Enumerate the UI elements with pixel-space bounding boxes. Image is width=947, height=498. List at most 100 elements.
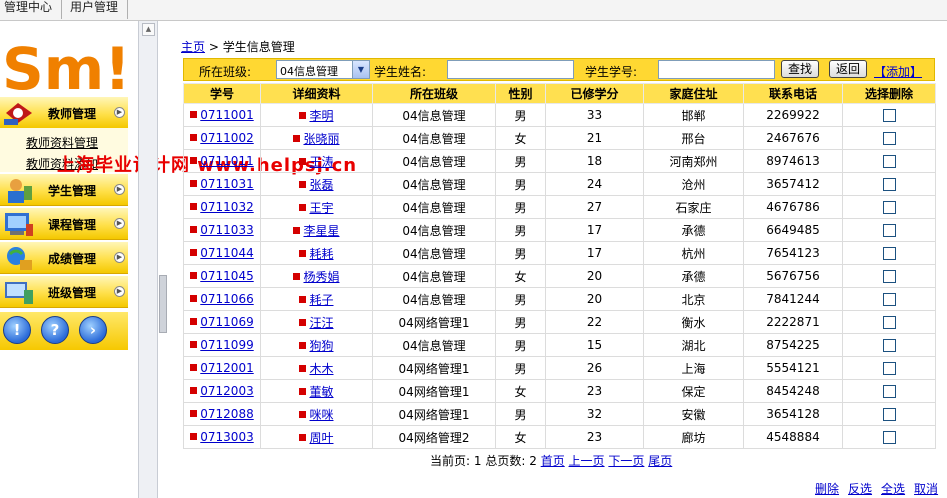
delete-checkbox[interactable] [882, 293, 896, 306]
delete-checkbox[interactable] [882, 155, 896, 168]
student-name-link[interactable]: 王宇 [309, 201, 333, 215]
delete-checkbox[interactable] [882, 339, 896, 352]
student-id-link[interactable]: 0711033 [200, 223, 253, 237]
student-id-link[interactable]: 0711069 [200, 315, 253, 329]
next-icon[interactable]: › [79, 316, 107, 344]
student-name-link[interactable]: 耗耗 [309, 247, 333, 261]
red-marker-icon [299, 157, 307, 165]
header-credits: 已修学分 [545, 83, 644, 104]
delete-checkbox[interactable] [882, 362, 896, 375]
breadcrumb-home-link[interactable]: 主页 [181, 40, 205, 54]
delete-checkbox[interactable] [882, 270, 896, 283]
menu-course[interactable]: 课程管理 ▶ [0, 208, 128, 240]
student-name-link[interactable]: 耗子 [309, 293, 333, 307]
red-marker-icon [299, 111, 307, 119]
delete-checkbox[interactable] [882, 178, 896, 191]
student-id-link[interactable]: 0711002 [200, 131, 253, 145]
cell-class: 04信息管理 [372, 103, 496, 127]
student-name-link[interactable]: 李星星 [303, 224, 339, 238]
delete-checkbox[interactable] [882, 431, 896, 444]
student-id-link[interactable]: 0712088 [200, 407, 253, 421]
student-name-link[interactable]: 董敏 [309, 385, 333, 399]
frame-splitter[interactable]: ▲ [138, 21, 158, 498]
student-id-link[interactable]: 0711001 [200, 108, 253, 122]
menu-teacher[interactable]: 教师管理 ▶ [0, 97, 128, 129]
cell-class: 04信息管理 [372, 126, 496, 150]
cell-credits: 17 [545, 241, 644, 265]
chevron-right-icon[interactable]: ▶ [114, 218, 125, 229]
menu-grade[interactable]: 成绩管理 ▶ [0, 242, 128, 274]
student-name-link[interactable]: 张晓丽 [303, 132, 339, 146]
student-id-input[interactable] [658, 60, 775, 79]
delete-link[interactable]: 删除 [815, 482, 839, 496]
cell-select [842, 379, 936, 403]
student-name-link[interactable]: 杨秀娟 [303, 270, 339, 284]
student-id-link[interactable]: 0711031 [200, 177, 253, 191]
delete-checkbox[interactable] [882, 408, 896, 421]
student-id-link[interactable]: 0713003 [200, 430, 253, 444]
delete-checkbox[interactable] [882, 109, 896, 122]
student-name-link[interactable]: 王涛 [309, 155, 333, 169]
table-row: 0711001 李明 04信息管理男 33 邯郸 2269922 [183, 103, 936, 127]
student-name-link[interactable]: 木木 [309, 362, 333, 376]
scroll-up-icon[interactable]: ▲ [142, 23, 155, 36]
student-name-link[interactable]: 李明 [309, 109, 333, 123]
student-id-link[interactable]: 0711032 [200, 200, 253, 214]
student-name-link[interactable]: 狗狗 [309, 339, 333, 353]
delete-checkbox[interactable] [882, 316, 896, 329]
pager-prev-link[interactable]: 上一页 [569, 454, 605, 468]
student-id-link[interactable]: 0711066 [200, 292, 253, 306]
select-all-link[interactable]: 全选 [881, 482, 905, 496]
delete-checkbox[interactable] [882, 132, 896, 145]
course-icon [5, 213, 33, 236]
student-name-link[interactable]: 周叶 [309, 431, 333, 445]
chevron-right-icon[interactable]: ▶ [114, 107, 125, 118]
pager-last-link[interactable]: 尾页 [648, 454, 672, 468]
delete-checkbox[interactable] [882, 224, 896, 237]
student-id-link[interactable]: 0711099 [200, 338, 253, 352]
student-name-link[interactable]: 张磊 [309, 178, 333, 192]
submenu-teacher-info[interactable]: 教师资料管理 [26, 134, 98, 151]
tab-admin-center[interactable]: 管理中心 [0, 0, 62, 19]
splitter-grip[interactable] [159, 275, 167, 333]
cell-student-id: 0711069 [183, 310, 261, 334]
header-student-id: 学号 [183, 83, 261, 104]
chevron-right-icon[interactable]: ▶ [114, 286, 125, 297]
student-id-link[interactable]: 0711045 [200, 269, 253, 283]
back-button[interactable]: 返回 [829, 60, 868, 78]
add-student-link[interactable]: 【添加】 [874, 63, 922, 80]
invert-selection-link[interactable]: 反选 [848, 482, 872, 496]
menu-course-label: 课程管理 [48, 218, 97, 232]
delete-checkbox[interactable] [882, 385, 896, 398]
cell-credits: 23 [545, 425, 644, 449]
chevron-down-icon[interactable]: ▼ [352, 61, 369, 78]
menu-class[interactable]: 班级管理 ▶ [0, 276, 128, 308]
student-name-link[interactable]: 咪咪 [309, 408, 333, 422]
delete-checkbox[interactable] [882, 201, 896, 214]
cell-class: 04信息管理 [372, 241, 496, 265]
cancel-link[interactable]: 取消 [914, 482, 938, 496]
student-id-link[interactable]: 0712001 [200, 361, 253, 375]
chevron-right-icon[interactable]: ▶ [114, 252, 125, 263]
help-icon[interactable]: ? [41, 316, 69, 344]
delete-checkbox[interactable] [882, 247, 896, 260]
alert-icon[interactable]: ! [3, 316, 31, 344]
tab-user-management[interactable]: 用户管理 [66, 0, 128, 19]
menu-student[interactable]: 学生管理 ▶ [0, 174, 128, 206]
student-id-link[interactable]: 0712003 [200, 384, 253, 398]
logo-text: Sm! [2, 35, 128, 103]
student-name-link[interactable]: 汪汪 [309, 316, 333, 330]
pager-next-link[interactable]: 下一页 [608, 454, 644, 468]
student-id-link[interactable]: 0711044 [200, 246, 253, 260]
chevron-right-icon[interactable]: ▶ [114, 184, 125, 195]
cell-select [842, 287, 936, 311]
find-button[interactable]: 查找 [781, 60, 820, 78]
student-id-link[interactable]: 0711011 [200, 154, 253, 168]
pager-first-link[interactable]: 首页 [541, 454, 565, 468]
cell-select [842, 103, 936, 127]
student-name-input[interactable] [447, 60, 574, 79]
red-marker-icon [190, 295, 198, 302]
red-marker-icon [299, 364, 307, 372]
cell-address: 北京 [643, 287, 744, 311]
class-select[interactable]: 04信息管理 ▼ [276, 60, 370, 79]
